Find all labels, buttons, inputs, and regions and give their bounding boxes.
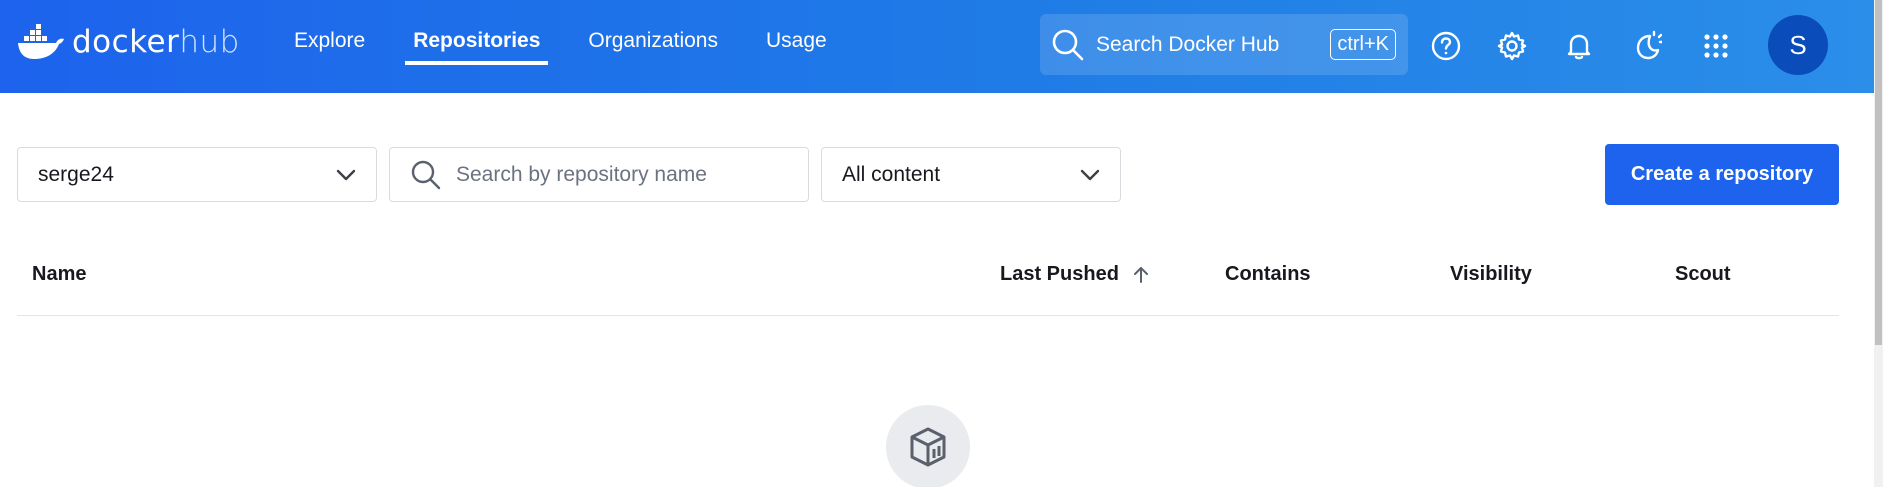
help-button[interactable]	[1427, 27, 1465, 65]
theme-toggle-button[interactable]	[1627, 27, 1665, 65]
nav-organizations[interactable]: Organizations	[574, 0, 732, 93]
create-repository-button[interactable]: Create a repository	[1605, 144, 1839, 205]
bell-icon	[1567, 34, 1591, 60]
column-header-visibility[interactable]: Visibility	[1450, 263, 1532, 286]
apps-button[interactable]	[1697, 27, 1735, 65]
notifications-button[interactable]	[1560, 27, 1598, 65]
nav-repositories[interactable]: Repositories	[399, 0, 554, 93]
search-shortcut-badge: ctrl+K	[1330, 29, 1396, 60]
repo-search-input[interactable]	[456, 162, 786, 187]
column-header-scout[interactable]: Scout	[1675, 263, 1731, 286]
user-avatar[interactable]: S	[1768, 15, 1828, 75]
chevron-down-icon	[336, 169, 356, 180]
repo-search-box[interactable]	[389, 147, 809, 202]
hub-search-box[interactable]: Search Docker Hub ctrl+K	[1040, 14, 1408, 75]
empty-state-illustration	[886, 405, 970, 487]
column-header-contains[interactable]: Contains	[1225, 263, 1311, 286]
top-navigation-bar: dockerhub Explore Repositories Organizat…	[0, 0, 1874, 93]
theme-toggle-icon	[1636, 30, 1662, 60]
page-scrollbar[interactable]	[1874, 0, 1883, 487]
gear-icon	[1497, 31, 1527, 61]
nav-explore[interactable]: Explore	[280, 0, 379, 93]
content-filter-value: All content	[842, 162, 941, 186]
sort-arrow-up-icon	[1133, 266, 1148, 283]
help-icon	[1431, 31, 1461, 61]
namespace-select[interactable]: serge24	[17, 147, 377, 202]
content-filter-select[interactable]: All content	[821, 147, 1121, 202]
search-icon	[411, 160, 441, 189]
docker-hub-logo[interactable]: dockerhub	[16, 22, 240, 62]
table-header-divider	[17, 315, 1839, 316]
search-icon	[1052, 29, 1084, 60]
settings-button[interactable]	[1493, 27, 1531, 65]
hub-search-placeholder: Search Docker Hub	[1096, 32, 1280, 56]
namespace-value: serge24	[38, 162, 114, 186]
scrollbar-thumb[interactable]	[1875, 0, 1882, 345]
nav-usage[interactable]: Usage	[752, 0, 841, 93]
logo-wordmark: dockerhub	[72, 24, 240, 60]
main-nav: Explore Repositories Organizations Usage	[280, 0, 861, 93]
package-box-icon	[910, 427, 946, 467]
docker-whale-icon	[18, 24, 64, 59]
column-header-name[interactable]: Name	[32, 263, 86, 286]
chevron-down-icon	[1080, 169, 1100, 180]
column-header-last-pushed[interactable]: Last Pushed	[1000, 263, 1151, 286]
apps-grid-icon	[1704, 34, 1728, 58]
